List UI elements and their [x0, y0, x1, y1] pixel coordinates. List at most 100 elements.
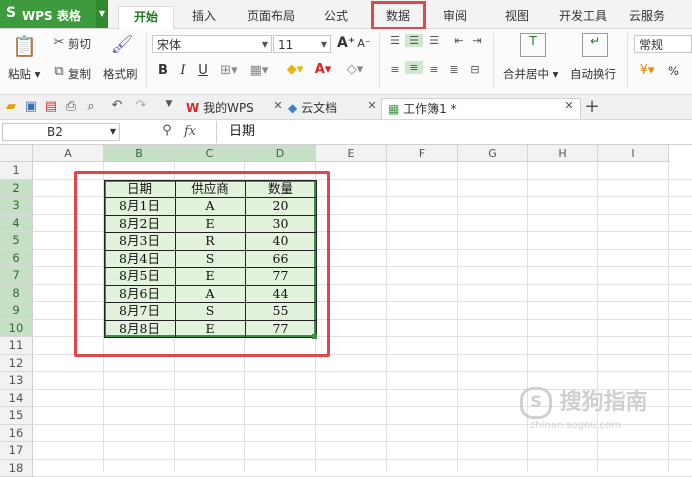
tab-cloud-service[interactable]: 云服务: [622, 6, 672, 28]
border-icon[interactable]: ⊞▾: [218, 63, 240, 78]
row-header-1[interactable]: 1: [0, 162, 33, 180]
row-header-12[interactable]: 12: [0, 355, 33, 373]
currency-icon[interactable]: ¥▾: [636, 63, 658, 78]
column-header-d[interactable]: D: [245, 145, 316, 162]
font-size-select[interactable]: 11▼: [273, 35, 331, 53]
app-menu-button[interactable]: S WPS 表格 ▼: [0, 0, 108, 28]
column-header-a[interactable]: A: [33, 145, 104, 162]
export-pdf-icon[interactable]: ▤: [44, 99, 58, 114]
indent-decrease-icon[interactable]: ⇤: [452, 34, 466, 47]
tab-page-layout[interactable]: 页面布局: [238, 6, 304, 28]
close-icon[interactable]: ✕: [366, 99, 378, 112]
tab-formulas[interactable]: 公式: [313, 6, 359, 28]
row-header-10[interactable]: 10: [0, 320, 33, 338]
cell-style-icon[interactable]: ▦▾: [248, 63, 270, 78]
row-header-18[interactable]: 18: [0, 460, 33, 477]
column-header-b[interactable]: B: [104, 145, 175, 162]
open-folder-icon[interactable]: ▰: [4, 99, 18, 114]
formula-input[interactable]: 日期: [216, 121, 692, 143]
tab-home[interactable]: 开始: [118, 6, 174, 29]
table-highlight-box: [74, 171, 330, 357]
tab-developer[interactable]: 开发工具: [553, 6, 613, 28]
merge-center-button[interactable]: 合并居中 ▾: [503, 66, 558, 82]
ribbon-divider: [146, 33, 147, 89]
font-color-icon[interactable]: A▾: [312, 62, 334, 77]
customize-toolbar-icon[interactable]: ▼: [162, 99, 176, 109]
underline-icon[interactable]: U: [196, 63, 210, 78]
increase-font-icon[interactable]: A⁺: [337, 35, 353, 51]
row-header-9[interactable]: 9: [0, 302, 33, 320]
wrap-text-icon[interactable]: ↵: [582, 33, 608, 57]
column-header-h[interactable]: H: [528, 145, 598, 162]
paste-button[interactable]: 粘贴 ▾: [8, 66, 40, 82]
paste-icon[interactable]: 📋: [12, 34, 36, 58]
new-tab-icon[interactable]: +: [584, 96, 600, 117]
save-icon[interactable]: ▣: [24, 99, 38, 114]
row-header-3[interactable]: 3: [0, 197, 33, 215]
row-header-15[interactable]: 15: [0, 407, 33, 425]
close-icon[interactable]: ✕: [272, 99, 284, 112]
row-header-6[interactable]: 6: [0, 250, 33, 268]
copy-icon[interactable]: ⧉: [52, 64, 66, 79]
scissors-icon[interactable]: ✂: [52, 35, 66, 50]
column-header-g[interactable]: G: [458, 145, 528, 162]
align-left-icon[interactable]: ≡: [388, 63, 402, 76]
indent-increase-icon[interactable]: ⇥: [470, 34, 484, 47]
column-header-i[interactable]: I: [598, 145, 669, 162]
merge-center-icon[interactable]: T: [520, 33, 546, 57]
chevron-down-icon[interactable]: ▼: [96, 0, 108, 28]
redo-icon[interactable]: ↷: [134, 98, 148, 113]
clear-format-icon[interactable]: ◇▾: [344, 62, 366, 77]
bold-icon[interactable]: B: [156, 63, 170, 78]
distributed-icon[interactable]: ⊟: [467, 63, 483, 76]
row-header-13[interactable]: 13: [0, 372, 33, 390]
select-all-corner[interactable]: [0, 145, 33, 162]
row-header-8[interactable]: 8: [0, 285, 33, 303]
justify-icon[interactable]: ≣: [447, 63, 461, 76]
tab-insert[interactable]: 插入: [181, 6, 227, 28]
undo-icon[interactable]: ↶: [110, 98, 124, 113]
format-painter-button[interactable]: 格式刷: [103, 66, 138, 82]
align-right-icon[interactable]: ≡: [427, 63, 441, 76]
row-header-11[interactable]: 11: [0, 337, 33, 355]
format-painter-icon[interactable]: 🖌: [110, 34, 134, 55]
grid-line: [668, 162, 669, 472]
tab-workbook1[interactable]: ▦ 工作簿1 *: [381, 98, 581, 119]
chevron-down-icon: ▼: [110, 124, 116, 140]
row-header-14[interactable]: 14: [0, 390, 33, 408]
align-top-icon[interactable]: ☰: [388, 34, 402, 47]
print-icon[interactable]: ⎙: [64, 99, 78, 114]
column-header-e[interactable]: E: [316, 145, 387, 162]
align-center-icon[interactable]: ≡: [405, 61, 423, 74]
tab-cloud-docs[interactable]: ◆ 云文档: [288, 98, 358, 118]
font-name-select[interactable]: 宋体▼: [152, 35, 272, 53]
tab-view[interactable]: 视图: [494, 6, 540, 28]
column-header-c[interactable]: C: [175, 145, 245, 162]
align-middle-icon[interactable]: ☰: [405, 34, 423, 47]
italic-icon[interactable]: I: [176, 63, 190, 78]
row-header-17[interactable]: 17: [0, 442, 33, 460]
close-icon[interactable]: ✕: [563, 99, 575, 112]
copy-button[interactable]: 复制: [68, 66, 91, 82]
row-header-4[interactable]: 4: [0, 215, 33, 233]
wrap-text-button[interactable]: 自动换行: [570, 66, 616, 82]
row-header-5[interactable]: 5: [0, 232, 33, 250]
align-bottom-icon[interactable]: ☰: [427, 34, 441, 47]
row-header-2[interactable]: 2: [0, 180, 33, 198]
row-header-16[interactable]: 16: [0, 425, 33, 443]
row-header-7[interactable]: 7: [0, 267, 33, 285]
cut-button[interactable]: 剪切: [68, 36, 91, 52]
column-header-f[interactable]: F: [387, 145, 458, 162]
tab-my-wps[interactable]: W 我的WPS: [186, 98, 274, 118]
decrease-font-icon[interactable]: A⁻: [357, 37, 371, 50]
fill-color-icon[interactable]: ◆▾: [284, 62, 306, 77]
watermark: S 搜狗指南: [520, 384, 680, 418]
percent-button[interactable]: %: [668, 64, 679, 78]
insert-function-button[interactable]: fx: [184, 124, 196, 139]
name-box[interactable]: B2▼: [2, 123, 120, 141]
print-preview-icon[interactable]: ⌕: [84, 99, 98, 114]
tab-review[interactable]: 审阅: [432, 6, 478, 28]
ribbon-divider: [493, 33, 494, 89]
number-format-select[interactable]: 常规: [634, 35, 692, 53]
zoom-icon[interactable]: ⚲: [160, 123, 174, 138]
